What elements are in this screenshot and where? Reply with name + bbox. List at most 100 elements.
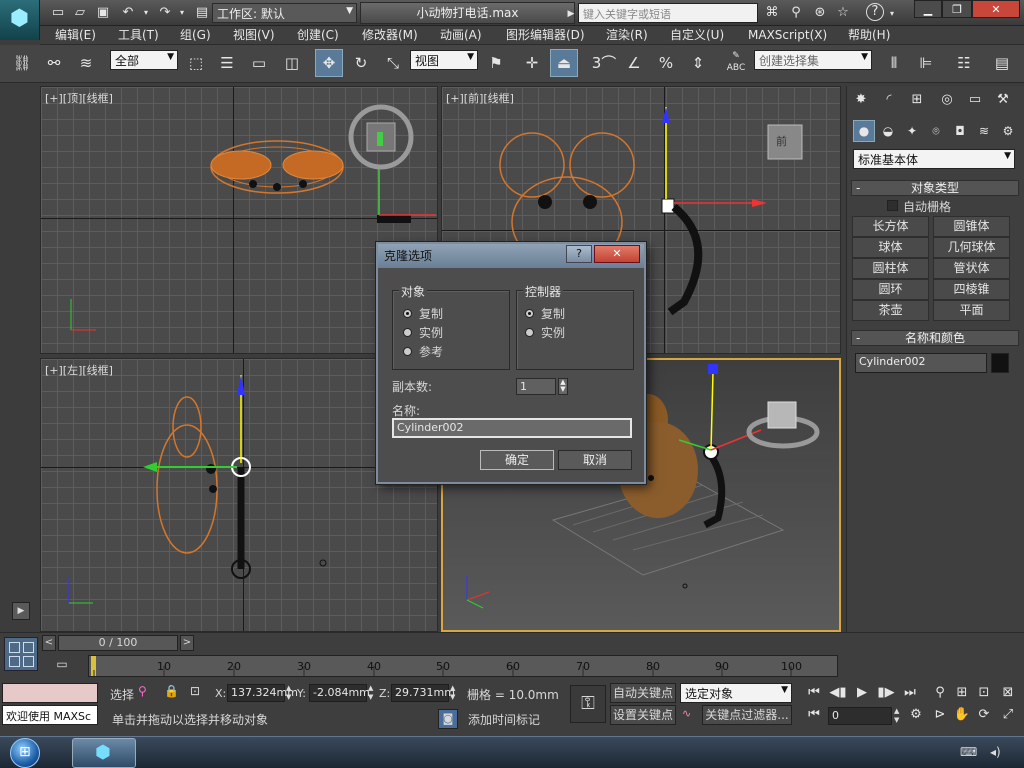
z-spinner[interactable]: ▲ ▼ xyxy=(450,684,458,702)
undo-icon[interactable]: ↶ xyxy=(118,3,138,23)
select-and-move-icon[interactable]: ✥ xyxy=(315,49,343,77)
menu-customize[interactable]: 自定义(U) xyxy=(670,26,724,45)
object-name-field[interactable]: Cylinder002 xyxy=(855,353,987,373)
sphere-button[interactable]: 球体 xyxy=(852,237,929,258)
maximize-viewport-icon[interactable]: ⤢ xyxy=(998,705,1018,725)
y-spinner[interactable]: ▲ ▼ xyxy=(368,684,376,702)
go-to-end-icon[interactable]: ⏭ xyxy=(900,683,920,703)
restore-button[interactable]: ❐ xyxy=(942,0,972,18)
current-frame-field[interactable]: 0 xyxy=(828,707,892,725)
display-tab-icon[interactable]: ▭ xyxy=(963,88,987,112)
align-icon[interactable]: ⊫ xyxy=(912,49,940,77)
reference-coordinate-dropdown[interactable]: 视图 ▼ xyxy=(410,50,478,70)
viewport-label-left[interactable]: [+][左][线框] xyxy=(45,362,113,378)
curve-editor-icon[interactable]: ▭ xyxy=(50,657,74,675)
play-icon[interactable]: ▶ xyxy=(852,683,872,703)
pivot-point-center-icon[interactable]: ⚑ xyxy=(482,49,510,77)
start-button[interactable]: ⊞ xyxy=(10,738,40,768)
geosphere-button[interactable]: 几何球体 xyxy=(933,237,1010,258)
torus-button[interactable]: 圆环 xyxy=(852,279,929,300)
isolate-selection-icon[interactable]: ⚲ xyxy=(138,684,154,700)
controller-instance-radio[interactable] xyxy=(525,328,534,337)
clone-name-input[interactable]: Cylinder002 xyxy=(392,418,632,438)
set-key-key-icon[interactable]: ⚿ xyxy=(570,685,606,723)
select-and-rotate-icon[interactable]: ↻ xyxy=(347,49,375,77)
cylinder-button[interactable]: 圆柱体 xyxy=(852,258,929,279)
save-icon[interactable]: ▣ xyxy=(93,3,113,23)
absolute-mode-icon[interactable]: ⊡ xyxy=(190,684,208,702)
search-input[interactable]: 键入关键字或短语 xyxy=(578,3,758,23)
cone-button[interactable]: 圆锥体 xyxy=(933,216,1010,237)
rollout-name-and-color[interactable]: - 名称和颜色 xyxy=(851,330,1019,346)
menu-edit[interactable]: 编辑(E) xyxy=(55,26,96,45)
add-time-tag-button[interactable]: 添加时间标记 xyxy=(468,711,540,728)
volume-tray-icon[interactable]: ◂) xyxy=(990,745,1001,759)
frame-spinner[interactable]: ▲ ▼ xyxy=(894,707,902,725)
project-folder-icon[interactable]: ▤ xyxy=(192,3,212,23)
helpers-icon[interactable]: ◘ xyxy=(949,120,971,142)
hierarchy-tab-icon[interactable]: ⊞ xyxy=(905,88,929,112)
zoom-extents-all-icon[interactable]: ⊠ xyxy=(998,683,1018,703)
snaps-toggle-icon[interactable]: 3⌒ xyxy=(590,49,618,77)
space-warps-icon[interactable]: ≋ xyxy=(973,120,995,142)
z-coordinate-field[interactable]: 29.731mm xyxy=(391,684,455,702)
menu-graph-editors[interactable]: 图形编辑器(D) xyxy=(506,26,585,45)
new-file-icon[interactable]: ▭ xyxy=(48,3,68,23)
next-frame-icon[interactable]: ▮▶ xyxy=(876,683,896,703)
motion-tab-icon[interactable]: ◎ xyxy=(935,88,959,112)
viewport-label-top[interactable]: [+][顶][线框] xyxy=(45,90,113,106)
maxscript-mini-listener-toggle[interactable]: ▶ xyxy=(12,602,30,620)
lights-icon[interactable]: ✦ xyxy=(901,120,923,142)
menu-rendering[interactable]: 渲染(R) xyxy=(606,26,648,45)
time-slider-next-button[interactable]: > xyxy=(180,635,194,651)
key-filters-button[interactable]: 关键点过滤器... xyxy=(702,705,792,725)
object-reference-radio[interactable] xyxy=(403,347,412,356)
zoom-extents-icon[interactable]: ⊡ xyxy=(974,683,994,703)
tube-button[interactable]: 管状体 xyxy=(933,258,1010,279)
maxscript-listener-pink[interactable] xyxy=(2,683,98,703)
shapes-icon[interactable]: ◒ xyxy=(877,120,899,142)
y-coordinate-field[interactable]: -2.084mm xyxy=(309,684,370,702)
set-key-button[interactable]: 设置关键点 xyxy=(610,705,676,725)
redo-dropdown-icon[interactable]: ▾ xyxy=(176,3,188,23)
time-configuration-icon[interactable]: ⚙ xyxy=(906,705,926,725)
controller-copy-radio[interactable] xyxy=(525,309,534,318)
menu-tools[interactable]: 工具(T) xyxy=(118,26,159,45)
subscription-key-icon[interactable]: ⚲ xyxy=(786,3,806,23)
plane-button[interactable]: 平面 xyxy=(933,300,1010,321)
zoom-all-icon[interactable]: ⊞ xyxy=(952,683,972,703)
autogrid-checkbox[interactable] xyxy=(887,200,898,211)
open-file-icon[interactable]: ▱ xyxy=(70,3,90,23)
teapot-button[interactable]: 茶壶 xyxy=(852,300,929,321)
layer-manager-icon[interactable]: ☷ xyxy=(950,49,978,77)
x-spinner[interactable]: ▲ ▼ xyxy=(286,684,294,702)
help-icon[interactable]: ? xyxy=(866,3,884,21)
application-logo-button[interactable]: ⬢ xyxy=(0,0,40,40)
go-to-start-icon[interactable]: ⏮ xyxy=(804,683,824,703)
keyboard-tray-icon[interactable]: ⌨ xyxy=(960,745,977,759)
binoculars-icon[interactable]: ⌘ xyxy=(762,3,782,23)
help-dropdown-icon[interactable]: ▾ xyxy=(886,4,898,24)
favorites-star-icon[interactable]: ☆ xyxy=(833,3,853,23)
primitive-category-dropdown[interactable]: 标准基本体 ▼ xyxy=(853,149,1015,169)
angle-snap-icon[interactable]: ∠ xyxy=(620,49,648,77)
key-mode-toggle-icon[interactable]: ⏮ xyxy=(804,705,824,725)
box-button[interactable]: 长方体 xyxy=(852,216,929,237)
workspace-dropdown[interactable]: 工作区: 默认 ▼ xyxy=(212,3,357,23)
select-object-icon[interactable]: ⬚ xyxy=(182,49,210,77)
rollout-object-type[interactable]: - 对象类型 xyxy=(851,180,1019,196)
time-slider[interactable]: 0 / 100 xyxy=(58,635,178,651)
selection-lock-icon[interactable]: 🔒 xyxy=(164,684,180,700)
field-of-view-icon[interactable]: ⊳ xyxy=(930,705,950,725)
previous-frame-icon[interactable]: ◀▮ xyxy=(828,683,848,703)
edit-named-selection-icon[interactable]: ✎ ABC xyxy=(722,49,750,77)
selection-filter-dropdown[interactable]: 全部 ▼ xyxy=(110,50,178,70)
minimize-button[interactable]: ▁ xyxy=(914,0,942,18)
viewport-layout-icon[interactable] xyxy=(4,637,38,671)
cameras-icon[interactable]: ⌾ xyxy=(925,120,947,142)
undo-dropdown-icon[interactable]: ▾ xyxy=(140,3,152,23)
mirror-icon[interactable]: ⫴ xyxy=(880,49,908,77)
auto-key-button[interactable]: 自动关键点 xyxy=(610,683,676,703)
keyboard-shortcut-override-icon[interactable]: ⏏ xyxy=(550,49,578,77)
pan-hand-icon[interactable]: ✋ xyxy=(952,705,972,725)
